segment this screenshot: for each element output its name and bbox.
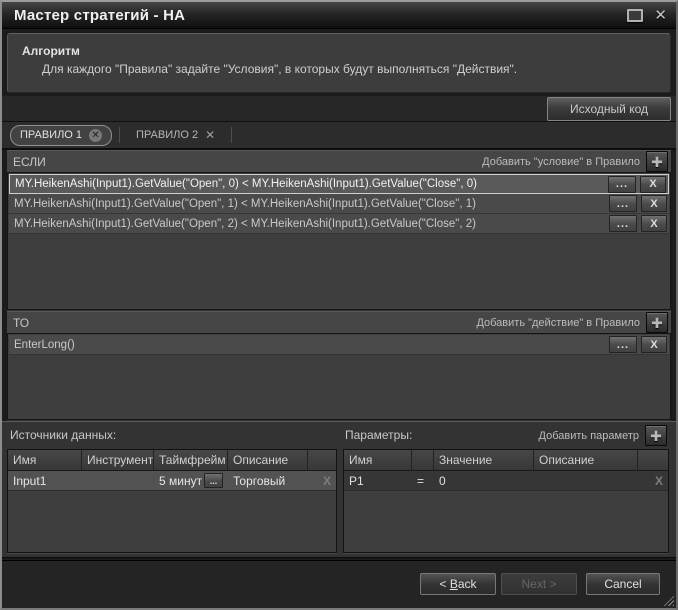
if-label: ЕСЛИ (13, 155, 482, 169)
algorithm-panel: Алгоритм Для каждого "Правила" задайте "… (7, 33, 671, 93)
title-bar[interactable]: Мастер стратегий - HA ✕ (2, 2, 676, 29)
delete-condition-button[interactable]: X (641, 215, 667, 232)
plus-icon: ✚ (651, 316, 663, 330)
condition-row[interactable]: MY.HeikenAshi(Input1).GetValue("Open", 0… (9, 174, 669, 194)
algorithm-description: Для каждого "Правила" задайте "Условия",… (42, 62, 670, 76)
cell-description (534, 471, 638, 490)
back-label-rest: ack (458, 577, 477, 591)
tab-label: ПРАВИЛО 1 (20, 129, 82, 141)
delete-condition-button[interactable]: X (640, 176, 666, 193)
tab-close-icon[interactable]: ✕ (89, 129, 102, 142)
tab-label: ПРАВИЛО 2 (136, 129, 198, 141)
data-source-row[interactable]: Input1 5 минут ... Торговый X (8, 471, 336, 491)
column-header-value: Значение (434, 450, 534, 470)
delete-action-button[interactable]: X (641, 336, 667, 353)
footer-bar: < Back Next > Cancel (2, 560, 676, 608)
actions-list: EnterLong() ... X (7, 334, 671, 420)
timeframe-picker-button[interactable]: ... (204, 473, 223, 488)
next-button[interactable]: Next > (501, 573, 577, 595)
column-header-eq (412, 450, 434, 470)
add-condition-button[interactable]: ✚ (646, 151, 668, 172)
data-sources-table: Имя Инструмент Таймфрейм Описание Input1… (7, 449, 337, 553)
delete-parameter-icon[interactable]: X (655, 474, 663, 488)
cell-eq: = (412, 471, 434, 490)
column-header-instrument: Инструмент (82, 450, 154, 470)
action-row[interactable]: EnterLong() ... X (9, 335, 669, 355)
parameters-table: Имя Значение Описание P1 = 0 X (343, 449, 669, 553)
column-header-name: Имя (8, 450, 82, 470)
bottom-panel: Источники данных: Параметры: Добавить па… (2, 421, 676, 558)
back-button[interactable]: < Back (420, 573, 496, 595)
back-mnemonic: B (450, 577, 458, 591)
cell-timeframe: 5 минут ... (154, 471, 228, 490)
cell-instrument (82, 471, 154, 490)
column-header-timeframe: Таймфрейм (154, 450, 228, 470)
condition-text: MY.HeikenAshi(Input1).GetValue("Open", 0… (15, 178, 604, 190)
add-condition-label: Добавить "условие" в Правило (482, 156, 640, 168)
add-parameter-button[interactable]: ✚ (645, 425, 667, 446)
plus-icon: ✚ (650, 429, 662, 443)
resize-grip[interactable] (661, 593, 674, 606)
window-title: Мастер стратегий - HA (14, 7, 627, 24)
conditions-list: MY.HeikenAshi(Input1).GetValue("Open", 0… (7, 173, 671, 310)
then-section-header: ТО Добавить "действие" в Правило ✚ (7, 311, 671, 334)
edit-action-button[interactable]: ... (609, 336, 637, 353)
parameter-row[interactable]: P1 = 0 X (344, 471, 668, 491)
add-parameter-label: Добавить параметр (539, 430, 639, 442)
parameters-label: Параметры: (345, 428, 412, 442)
data-sources-label: Источники данных: (10, 428, 116, 442)
back-label: < (439, 577, 449, 591)
data-sources-header: Имя Инструмент Таймфрейм Описание (8, 450, 336, 471)
strategy-wizard-window: Мастер стратегий - HA ✕ Алгоритм Для каж… (0, 0, 678, 610)
source-code-bar: Исходный код (2, 96, 676, 122)
cell-value: 0 (434, 471, 534, 490)
tab-rule-1[interactable]: ПРАВИЛО 1 ✕ (10, 125, 112, 146)
tab-rule-2[interactable]: ПРАВИЛО 2 ✕ (127, 126, 224, 145)
rule-tabs: ПРАВИЛО 1 ✕ ПРАВИЛО 2 ✕ (2, 122, 676, 150)
timeframe-value: 5 минут (159, 474, 202, 488)
add-action-label: Добавить "действие" в Правило (476, 317, 640, 329)
delete-data-source-icon[interactable]: X (323, 474, 331, 488)
then-label: ТО (13, 316, 476, 330)
condition-row[interactable]: MY.HeikenAshi(Input1).GetValue("Open", 2… (9, 214, 669, 234)
algorithm-title: Алгоритм (22, 44, 670, 58)
column-header-name: Имя (344, 450, 412, 470)
cancel-button[interactable]: Cancel (586, 573, 660, 595)
delete-condition-button[interactable]: X (641, 195, 667, 212)
tab-close-icon[interactable]: ✕ (205, 129, 215, 142)
edit-condition-button[interactable]: ... (608, 176, 636, 193)
maximize-icon[interactable] (627, 9, 643, 22)
column-header-description: Описание (228, 450, 308, 470)
close-icon[interactable]: ✕ (654, 9, 667, 22)
cell-name: P1 (344, 471, 412, 490)
plus-icon: ✚ (651, 155, 663, 169)
if-section-header: ЕСЛИ Добавить "условие" в Правило ✚ (7, 150, 671, 173)
add-action-button[interactable]: ✚ (646, 312, 668, 333)
column-header-actions (308, 450, 336, 470)
action-text: EnterLong() (14, 339, 605, 351)
parameters-header: Имя Значение Описание (344, 450, 668, 471)
edit-condition-button[interactable]: ... (609, 195, 637, 212)
condition-row[interactable]: MY.HeikenAshi(Input1).GetValue("Open", 1… (9, 194, 669, 214)
source-code-button[interactable]: Исходный код (547, 97, 671, 121)
tab-divider (231, 127, 232, 143)
cell-name: Input1 (8, 471, 82, 490)
condition-text: MY.HeikenAshi(Input1).GetValue("Open", 2… (14, 218, 605, 230)
cell-description: Торговый (228, 471, 308, 490)
condition-text: MY.HeikenAshi(Input1).GetValue("Open", 1… (14, 198, 605, 210)
edit-condition-button[interactable]: ... (609, 215, 637, 232)
tab-divider (119, 127, 120, 143)
column-header-description: Описание (534, 450, 638, 470)
column-header-actions (638, 450, 668, 470)
